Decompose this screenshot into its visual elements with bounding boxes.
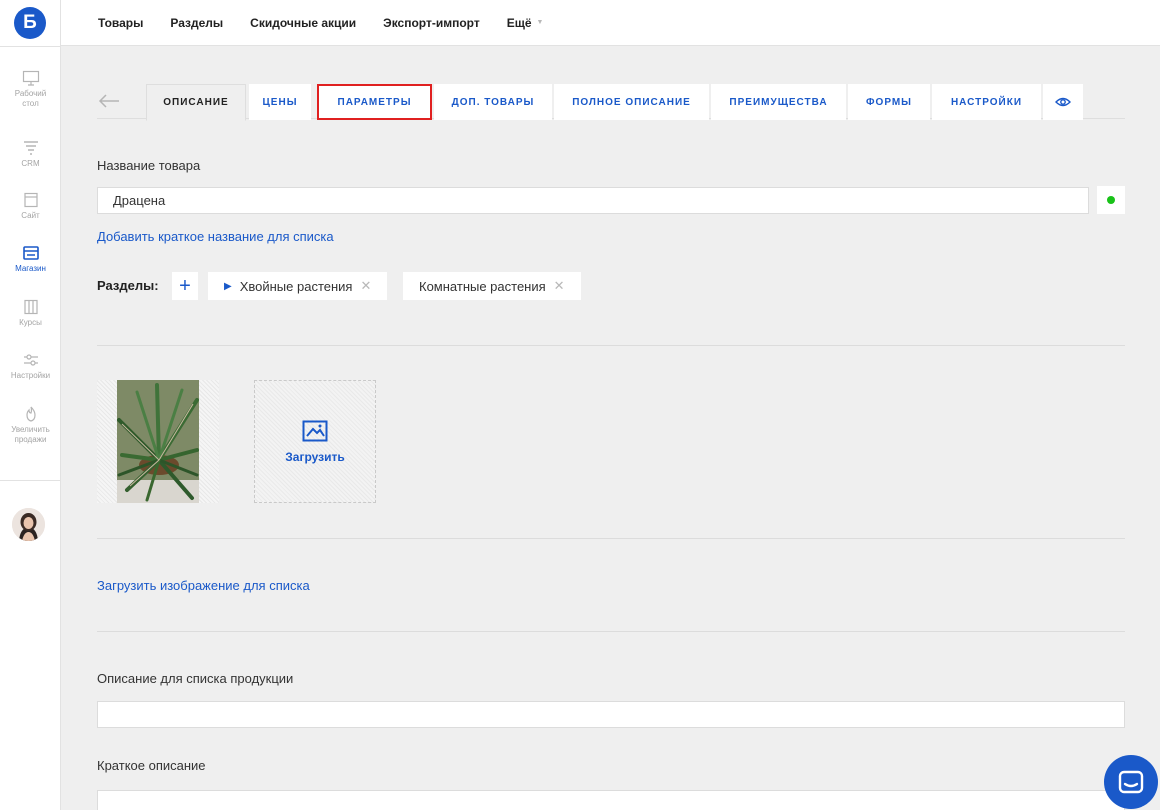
topnav-more[interactable]: Ещё ▼ xyxy=(507,16,544,30)
add-section-button[interactable]: + xyxy=(172,272,198,300)
tab-extra-products[interactable]: ДОП. ТОВАРЫ xyxy=(434,84,552,120)
section-chip-label: Комнатные растения xyxy=(419,278,546,294)
chat-icon xyxy=(1118,770,1144,794)
chat-button[interactable] xyxy=(1104,755,1158,809)
pages-icon xyxy=(22,192,40,208)
topnav-sections[interactable]: Разделы xyxy=(170,16,223,30)
flag-icon: ▶ xyxy=(224,280,232,292)
sidebar-item-settings[interactable]: Настройки xyxy=(0,352,61,381)
topnav-discounts[interactable]: Скидочные акции xyxy=(250,16,356,30)
status-indicator[interactable] xyxy=(1097,186,1125,214)
product-name-input[interactable]: Драцена xyxy=(97,187,1089,214)
sidebar-item-label: CRM xyxy=(21,159,40,168)
preview-eye-icon[interactable] xyxy=(1043,84,1083,120)
topnav-more-label: Ещё xyxy=(506,15,532,30)
plus-icon: + xyxy=(179,274,191,297)
sidebar-item-label: Сайт xyxy=(21,211,40,220)
section-divider xyxy=(97,345,1125,346)
upload-image-button[interactable]: Загрузить xyxy=(254,380,376,503)
app-logo[interactable]: Б xyxy=(14,7,46,39)
product-photo[interactable] xyxy=(97,380,219,503)
remove-section-icon[interactable]: ✕ xyxy=(360,278,371,294)
upload-list-image-link[interactable]: Загрузить изображение для списка xyxy=(97,578,310,593)
left-sidebar: Б Рабочий стол CRM Сайт Магазин Курсы Настройк… xyxy=(0,0,61,810)
sections-label: Разделы: xyxy=(97,278,159,293)
funnel-icon xyxy=(22,140,40,156)
add-short-name-link[interactable]: Добавить краткое название для списка xyxy=(97,229,334,244)
flame-icon xyxy=(22,406,40,422)
tab-settings[interactable]: НАСТРОЙКИ xyxy=(932,84,1041,120)
sidebar-divider xyxy=(0,480,61,481)
section-chip-label: Хвойные растения xyxy=(239,278,353,294)
tab-forms[interactable]: ФОРМЫ xyxy=(848,84,930,120)
list-description-label: Описание для списка продукции xyxy=(97,671,294,686)
back-arrow-icon[interactable] xyxy=(97,91,121,111)
cart-icon xyxy=(22,245,40,261)
status-dot-icon xyxy=(1107,196,1115,204)
sidebar-item-courses[interactable]: Курсы xyxy=(0,299,61,328)
tab-full-description[interactable]: ПОЛНОЕ ОПИСАНИЕ xyxy=(554,84,709,120)
short-description-label: Краткое описание xyxy=(97,758,206,773)
sidebar-item-boost[interactable]: Увеличить продажи xyxy=(0,406,61,445)
book-icon xyxy=(22,299,40,315)
tab-parameters[interactable]: ПАРАМЕТРЫ xyxy=(317,84,432,120)
sidebar-item-shop[interactable]: Магазин xyxy=(0,245,61,274)
sidebar-item-label: Увеличить продажи xyxy=(11,425,50,444)
sidebar-item-label: Рабочий стол xyxy=(14,89,47,108)
short-description-editor[interactable] xyxy=(97,790,1125,810)
sidebar-item-desktop[interactable]: Рабочий стол xyxy=(0,70,61,109)
topnav-export-import[interactable]: Экспорт-импорт xyxy=(383,16,480,30)
user-avatar[interactable] xyxy=(12,508,45,541)
sidebar-item-crm[interactable]: CRM xyxy=(0,140,61,169)
top-navigation: Товары Разделы Скидочные акции Экспорт-и… xyxy=(61,0,1160,46)
remove-section-icon[interactable]: ✕ xyxy=(554,278,565,294)
sidebar-item-label: Магазин xyxy=(15,264,46,273)
chevron-down-icon: ▼ xyxy=(536,19,544,26)
sidebar-item-label: Настройки xyxy=(10,371,51,380)
monitor-icon xyxy=(22,70,40,86)
upload-label: Загрузить xyxy=(285,449,345,464)
sidebar-divider xyxy=(0,46,61,47)
sliders-icon xyxy=(22,352,40,368)
section-divider xyxy=(97,631,1125,632)
section-divider xyxy=(97,538,1125,539)
product-tabs: ОПИСАНИЕ ЦЕНЫ ПАРАМЕТРЫ ДОП. ТОВАРЫ ПОЛН… xyxy=(97,83,1125,121)
image-icon xyxy=(302,420,328,441)
tab-description[interactable]: ОПИСАНИЕ xyxy=(146,84,246,121)
list-description-input[interactable] xyxy=(97,701,1125,728)
section-chip[interactable]: ▶ Хвойные растения ✕ xyxy=(208,272,388,300)
sidebar-item-site[interactable]: Сайт xyxy=(0,192,61,221)
tab-advantages[interactable]: ПРЕИМУЩЕСТВА xyxy=(711,84,846,120)
section-chip[interactable]: Комнатные растения ✕ xyxy=(403,272,581,300)
tab-prices[interactable]: ЦЕНЫ xyxy=(249,84,311,120)
topnav-products[interactable]: Товары xyxy=(98,16,143,30)
sidebar-item-label: Курсы xyxy=(19,318,42,327)
product-name-label: Название товара xyxy=(97,158,201,173)
